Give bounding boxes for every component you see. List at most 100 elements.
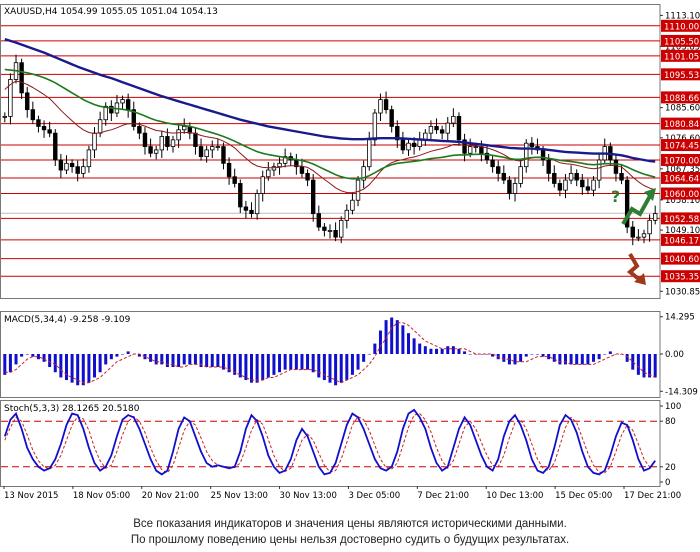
disclaimer-line-2: По прошлому поведению цены нельзя достов… <box>130 534 570 546</box>
macd-bar <box>278 354 282 373</box>
price-level-label: 1095.53 <box>664 71 699 81</box>
x-tick-label: 30 Nov 13:00 <box>280 491 337 501</box>
candle-body <box>30 109 36 121</box>
candle-body <box>529 142 535 147</box>
macd-bar <box>42 354 46 362</box>
candle-body <box>372 112 378 141</box>
macd-bar <box>563 354 567 365</box>
macd-bar <box>104 354 108 365</box>
candle-body <box>215 146 221 148</box>
macd-bar <box>98 354 102 373</box>
candle-body <box>266 169 271 178</box>
macd-bar <box>558 354 562 365</box>
macd-bar <box>586 354 590 365</box>
candle-body <box>501 172 507 181</box>
candle-body <box>81 166 86 174</box>
candle-body <box>428 126 434 134</box>
candle-body <box>641 233 647 238</box>
macd-bar <box>603 354 607 355</box>
macd-bar <box>435 348 439 354</box>
macd-bar <box>171 354 175 368</box>
candle-body <box>165 136 170 147</box>
candle-body <box>142 132 148 147</box>
macd-bar <box>115 354 119 357</box>
candle-body <box>47 129 52 134</box>
candle-body <box>193 132 198 147</box>
macd-bar <box>31 354 35 357</box>
candle-body <box>557 183 563 191</box>
candle-body <box>411 142 417 147</box>
x-tick-label: 10 Dec 13:00 <box>486 491 543 501</box>
disclaimer: Все показания индикаторов и значения цен… <box>0 516 700 548</box>
macd-bar <box>451 346 455 354</box>
candle-body <box>41 126 47 131</box>
candle-body <box>439 129 445 134</box>
macd-bar <box>188 354 192 365</box>
macd-tick-label: 0.00 <box>665 350 684 360</box>
candle-body <box>652 213 658 221</box>
macd-bar <box>177 354 181 368</box>
macd-bar <box>93 354 97 378</box>
macd-bar <box>8 354 12 373</box>
x-tick-label: 20 Nov 21:00 <box>142 491 199 501</box>
stoch-signal-line <box>4 413 656 474</box>
candle-body <box>58 159 64 171</box>
macd-bar <box>401 325 405 354</box>
candle-body <box>103 105 108 121</box>
macd-bar <box>14 354 18 365</box>
x-tick-label: 17 Dec 21:00 <box>624 491 681 501</box>
price-header: XAUUSD,H4 1054.99 1055.05 1051.04 1054.1… <box>4 7 218 17</box>
macd-bar <box>552 354 556 362</box>
macd-bar <box>339 354 343 383</box>
candle-body <box>64 162 69 171</box>
candle-body <box>451 115 456 124</box>
stoch-header: Stoch(5,3,3) 28.1265 20.5180 <box>4 404 140 414</box>
macd-bar <box>457 348 461 354</box>
macd-bar <box>653 354 657 378</box>
candle-body <box>518 166 523 184</box>
candle-body <box>333 230 338 238</box>
macd-bar <box>283 354 287 370</box>
macd-bar <box>592 354 596 362</box>
macd-bar <box>126 351 130 354</box>
candle-body <box>355 179 361 201</box>
candle-body <box>148 146 153 154</box>
macd-bar <box>48 354 52 368</box>
macd-bar <box>575 354 579 365</box>
candle-body <box>546 159 551 174</box>
macd-bar <box>362 354 366 362</box>
macd-bar <box>580 354 584 365</box>
candle-body <box>170 139 176 147</box>
candle-body <box>630 226 635 238</box>
macd-bar <box>266 354 270 378</box>
macd-bar <box>463 351 467 354</box>
candle-body <box>238 183 243 208</box>
macd-bar <box>406 333 410 354</box>
candle-body <box>97 119 103 134</box>
candle-body <box>507 179 512 194</box>
candle-body <box>86 149 92 168</box>
macd-bar <box>216 354 220 368</box>
candle-body <box>221 146 226 164</box>
stoch-main-line <box>3 408 656 476</box>
candle-body <box>344 209 350 221</box>
macd-bar <box>367 354 371 355</box>
candle-body <box>580 179 585 188</box>
candle-body <box>585 186 591 191</box>
macd-bar <box>597 354 601 360</box>
macd-bar <box>412 338 416 354</box>
candle-body <box>120 99 125 104</box>
candle-body <box>159 136 164 151</box>
macd-bar <box>345 354 349 381</box>
x-tick-label: 7 Dec 21:00 <box>417 491 469 501</box>
macd-bar <box>440 348 444 354</box>
candle-body <box>473 146 478 148</box>
price-level-label: 1052.58 <box>664 215 699 225</box>
candle-body <box>456 115 462 141</box>
macd-bar <box>64 354 68 381</box>
macd-bar <box>205 354 209 368</box>
price-level-label: 1060.00 <box>664 190 699 200</box>
candle-body <box>243 206 249 211</box>
macd-bar <box>255 354 259 383</box>
stoch-tick-label: 80 <box>665 417 676 427</box>
